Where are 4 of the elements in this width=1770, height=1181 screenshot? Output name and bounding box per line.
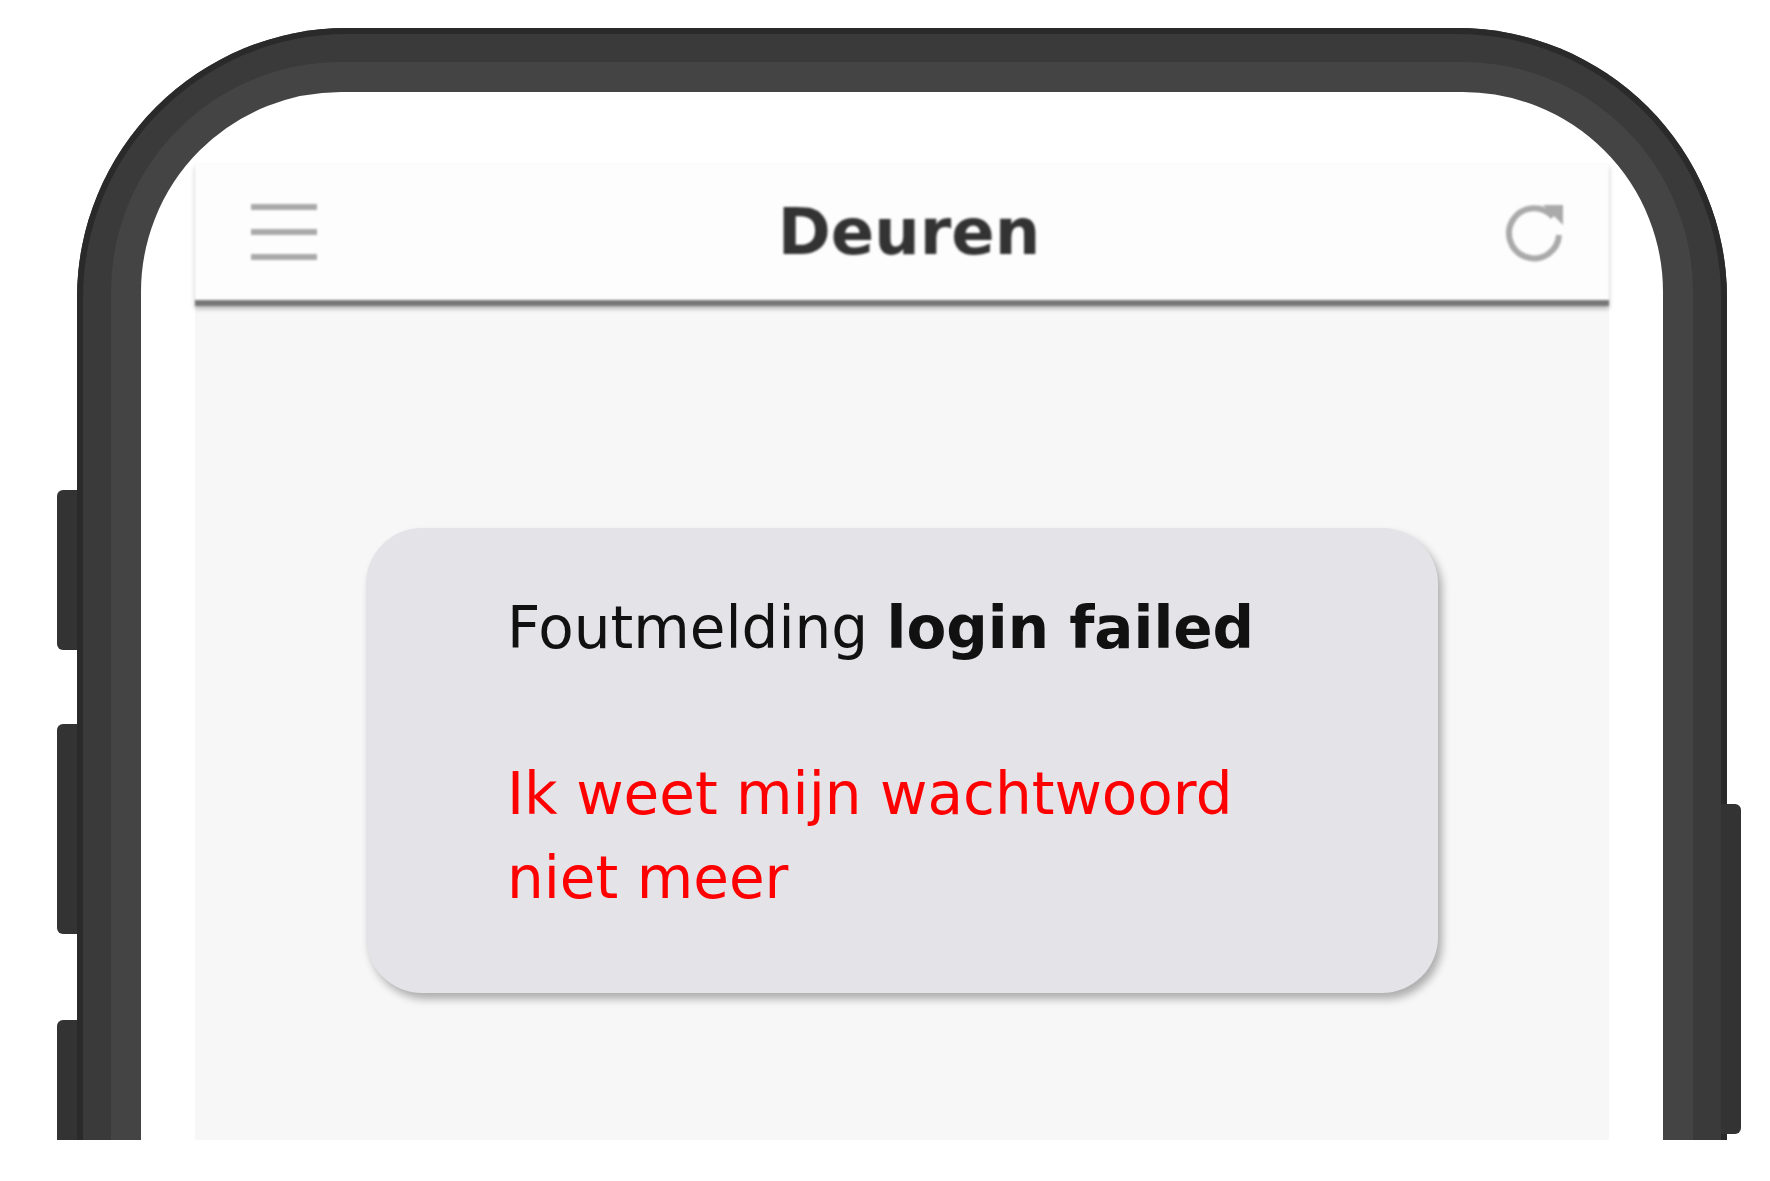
error-message: Foutmelding login failed [507, 594, 1256, 662]
app-title: Deuren [777, 195, 1041, 269]
menu-icon[interactable] [251, 202, 317, 262]
forgot-password-link[interactable]: Ik weet mijn wachtwoord niet meer [507, 752, 1307, 921]
